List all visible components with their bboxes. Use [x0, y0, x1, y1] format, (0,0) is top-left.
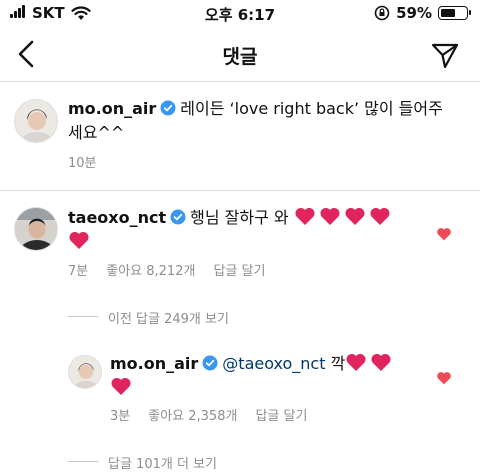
- red-heart-emoji: [295, 207, 315, 225]
- avatar[interactable]: [14, 207, 58, 251]
- comment-time: 7분: [68, 264, 89, 279]
- red-heart-emoji: [320, 207, 340, 225]
- reply-text: 깍: [330, 354, 346, 373]
- caption-username[interactable]: mo.on_air: [68, 99, 156, 118]
- comment-text: 행님 잘하구 와: [190, 208, 289, 227]
- rotation-lock-icon: [374, 5, 390, 21]
- battery-icon: [438, 6, 471, 20]
- reply-button[interactable]: 답글 달기: [255, 409, 307, 424]
- reply-button[interactable]: 답글 달기: [213, 264, 265, 279]
- red-heart-emoji: [370, 207, 390, 225]
- reply-line: [68, 316, 98, 317]
- avatar[interactable]: [14, 99, 58, 143]
- caption: mo.on_air 레이든 ‘love right back’ 많이 들어주 세요…: [68, 97, 468, 145]
- caption-text: 레이든 ‘love right back’ 많이 들어주: [180, 99, 443, 118]
- page-title: 댓글: [222, 46, 258, 68]
- comment-likes[interactable]: 좋아요 8,212개: [106, 264, 195, 279]
- reply-likes[interactable]: 좋아요 2,358개: [148, 409, 237, 424]
- like-heart-icon[interactable]: [436, 226, 452, 242]
- header-divider: [0, 81, 480, 82]
- battery-percent: 59%: [396, 4, 432, 22]
- reply-username[interactable]: mo.on_air: [110, 354, 198, 373]
- like-heart-icon[interactable]: [436, 370, 452, 386]
- comment-meta: 7분 좋아요 8,212개 답글 달기: [68, 260, 283, 279]
- verified-badge-icon: [170, 209, 186, 225]
- red-heart-emoji: [371, 353, 391, 371]
- red-heart-emoji: [345, 207, 365, 225]
- caption-divider: [0, 190, 480, 191]
- mention-link[interactable]: @taeoxo_nct: [222, 354, 325, 373]
- battery-fill: [441, 9, 455, 17]
- avatar[interactable]: [68, 355, 102, 389]
- comment: taeoxo_nct 행님 잘하구 와: [68, 206, 408, 254]
- send-icon[interactable]: [430, 40, 460, 70]
- reply-meta: 3분 좋아요 2,358개 답글 달기: [110, 405, 325, 424]
- red-heart-emoji: [111, 377, 131, 395]
- status-bar: SKT 오후 6:17 59%: [0, 0, 480, 28]
- view-more-replies[interactable]: 답글 101개 더 보기: [108, 453, 217, 472]
- verified-badge-icon: [202, 355, 218, 371]
- red-heart-emoji: [346, 353, 366, 371]
- caption-time: 10분: [68, 156, 97, 171]
- view-previous-replies[interactable]: 이전 답글 249개 보기: [108, 308, 229, 327]
- reply-line: [68, 461, 98, 462]
- red-heart-emoji: [69, 231, 89, 249]
- heart-emojis: [294, 207, 394, 227]
- status-right: 59%: [374, 4, 471, 22]
- caption-text-line2: 세요^^: [68, 123, 125, 142]
- comment-username[interactable]: taeoxo_nct: [68, 208, 166, 227]
- reply-time: 3분: [110, 409, 131, 424]
- avatar-image: [15, 100, 57, 142]
- avatar-image: [15, 208, 57, 250]
- header: 댓글: [0, 30, 480, 80]
- verified-badge-icon: [160, 100, 176, 116]
- heart-emojis: [68, 230, 408, 254]
- heart-emojis: [110, 376, 410, 400]
- reply: mo.on_air @taeoxo_nct 깍: [110, 352, 410, 400]
- avatar-image: [69, 356, 101, 388]
- heart-emojis: [345, 353, 395, 373]
